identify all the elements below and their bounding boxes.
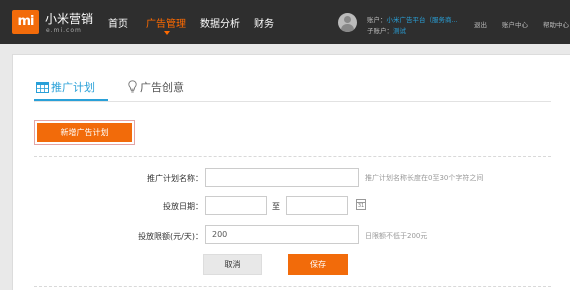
main-panel: 推广计划 广告创意 新增广告计划 推广计划名称： 推广计划名称长度在0至30个字… xyxy=(12,54,570,290)
account-label: 账户： xyxy=(367,16,387,24)
avatar-icon[interactable] xyxy=(338,13,357,32)
tab-creative[interactable]: 广告创意 xyxy=(128,79,184,95)
calendar-day: 31 xyxy=(357,203,365,209)
tab-divider xyxy=(34,101,551,102)
new-ad-plan-button[interactable]: 新增广告计划 xyxy=(37,123,132,142)
nav-ad-management[interactable]: 广告管理 xyxy=(146,15,186,30)
tab-plan[interactable]: 推广计划 xyxy=(36,79,95,95)
end-date-input[interactable] xyxy=(286,196,348,215)
account-info: 账户：小米广告平台（服务商... xyxy=(367,14,458,24)
sub-account-label: 子账户： xyxy=(367,27,393,35)
plan-name-label: 推广计划名称： xyxy=(147,174,203,183)
date-separator: 至 xyxy=(272,202,280,211)
nav-home[interactable]: 首页 xyxy=(108,15,128,30)
sub-account-info: 子账户：测试 xyxy=(367,25,406,35)
account-value[interactable]: 小米广告平台（服务商... xyxy=(387,16,458,24)
calendar-icon[interactable]: 31 xyxy=(356,199,366,210)
lightbulb-icon xyxy=(128,80,137,93)
tab-plan-label: 推广计划 xyxy=(51,81,95,94)
brand-domain: e.mi.com xyxy=(46,27,82,34)
daily-budget-hint: 日限额不低于200元 xyxy=(365,232,428,240)
daily-budget-label: 投放限额(元/天)： xyxy=(138,232,203,241)
logout-link[interactable]: 退出 xyxy=(474,19,487,29)
daily-budget-input[interactable]: 200 xyxy=(205,225,359,244)
mi-logo[interactable]: mi xyxy=(12,10,39,34)
nav-data-analysis[interactable]: 数据分析 xyxy=(200,15,240,30)
save-button[interactable]: 保存 xyxy=(288,254,348,275)
date-label: 投放日期： xyxy=(163,202,203,211)
sub-account-value[interactable]: 测试 xyxy=(393,27,406,35)
tab-creative-label: 广告创意 xyxy=(140,81,184,94)
nav-finance[interactable]: 财务 xyxy=(254,15,274,30)
bottom-divider xyxy=(34,286,551,287)
divider xyxy=(34,156,551,157)
top-bar: mi 小米营销 e.mi.com 首页 广告管理 数据分析 财务 账户：小米广告… xyxy=(0,0,570,44)
help-center-link[interactable]: 帮助中心 xyxy=(543,19,569,29)
calendar-grid-icon xyxy=(36,82,49,93)
tab-active-indicator xyxy=(34,99,108,101)
start-date-input[interactable] xyxy=(205,196,267,215)
chevron-down-icon xyxy=(164,31,170,35)
brand-name: 小米营销 xyxy=(45,12,94,26)
plan-name-input[interactable] xyxy=(205,168,359,187)
cancel-button[interactable]: 取消 xyxy=(203,254,262,275)
plan-name-hint: 推广计划名称长度在0至30个字符之间 xyxy=(365,174,484,182)
account-center-link[interactable]: 账户中心 xyxy=(502,19,528,29)
